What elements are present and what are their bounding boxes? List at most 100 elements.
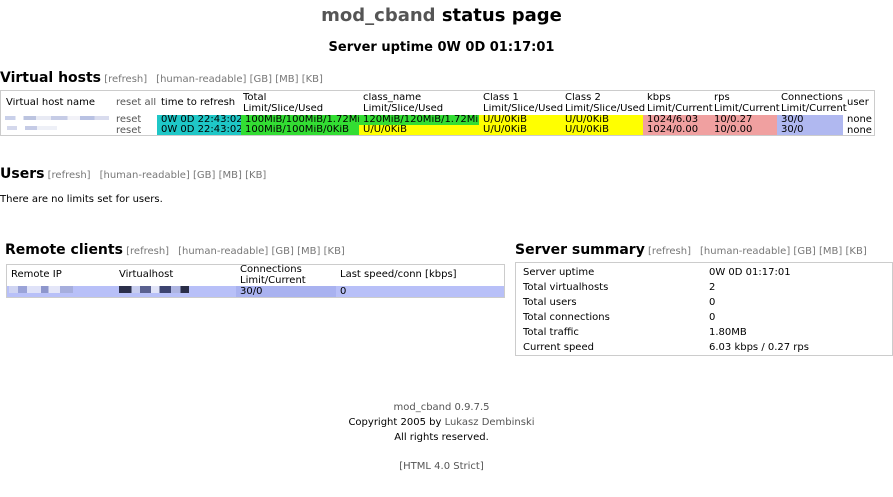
rc-human-link[interactable]: [human-readable] bbox=[178, 246, 268, 257]
total-cell: 100MiB/100MiB/0KiB bbox=[241, 125, 359, 135]
col-header-connections-sub: Limit/Current bbox=[781, 104, 847, 114]
page-title: mod_cband status page bbox=[0, 5, 883, 26]
col-header-class-name-sub: Limit/Slice/Used bbox=[363, 104, 444, 114]
virtual-hosts-title: Virtual hosts bbox=[0, 70, 102, 86]
server-summary-title: Server summary bbox=[515, 242, 645, 258]
class1-cell: U/U/0KiB bbox=[479, 115, 561, 125]
users-human-link[interactable]: [human-readable] bbox=[100, 170, 190, 181]
col-header-connections: Connections bbox=[781, 93, 843, 103]
rc-mb-link[interactable]: [MB] bbox=[297, 246, 320, 257]
vh-human-link[interactable]: [human-readable] bbox=[156, 74, 246, 85]
vh-refresh-link[interactable]: [refresh] bbox=[104, 74, 147, 85]
summary-label: Total virtualhosts bbox=[523, 282, 609, 293]
summary-row-speed: Current speed 6.03 kbps / 0.27 rps bbox=[523, 340, 891, 355]
remote-clients-table: Remote IP Virtualhost Connections Limit/… bbox=[6, 264, 505, 298]
summary-row-connections: Total connections 0 bbox=[523, 310, 891, 325]
summary-value: 6.03 kbps / 0.27 rps bbox=[709, 342, 809, 353]
remote-clients-header: Remote clients [refresh] [human-readable]… bbox=[5, 242, 345, 258]
user-cell: none bbox=[847, 126, 872, 136]
summary-label: Total traffic bbox=[523, 327, 579, 338]
server-summary-table: Server uptime 0W 0D 01:17:01 Total virtu… bbox=[515, 262, 893, 356]
vh-mb-link[interactable]: [MB] bbox=[275, 74, 298, 85]
summary-row-virtualhosts: Total virtualhosts 2 bbox=[523, 280, 891, 295]
users-mb-link[interactable]: [MB] bbox=[219, 170, 242, 181]
summary-row-users: Total users 0 bbox=[523, 295, 891, 310]
users-empty-message: There are no limits set for users. bbox=[0, 194, 163, 205]
summary-label: Server uptime bbox=[523, 267, 595, 278]
author-link[interactable]: Lukasz Dembinski bbox=[445, 417, 535, 428]
summary-label: Current speed bbox=[523, 342, 594, 353]
reset-link[interactable]: reset bbox=[116, 126, 141, 136]
connections-cell: 30/0 bbox=[777, 115, 843, 125]
rc-refresh-link[interactable]: [refresh] bbox=[126, 246, 169, 257]
class-name-cell: U/U/0KiB bbox=[359, 125, 479, 135]
table-row: 30/0 0 bbox=[7, 286, 504, 297]
users-header: Users [refresh] [human-readable] [GB] [MB… bbox=[0, 166, 266, 182]
users-kb-link[interactable]: [KB] bbox=[245, 170, 266, 181]
reset-all-link[interactable]: reset all bbox=[116, 98, 156, 108]
users-gb-link[interactable]: [GB] bbox=[193, 170, 215, 181]
vh-kb-link[interactable]: [KB] bbox=[302, 74, 323, 85]
masked-hostname bbox=[7, 126, 57, 130]
virtual-hosts-table: Virtual host name reset all time to refr… bbox=[0, 90, 875, 136]
server-summary-header: Server summary [refresh] [human-readable]… bbox=[515, 242, 867, 258]
summary-value: 2 bbox=[709, 282, 716, 293]
class2-cell: U/U/0KiB bbox=[561, 115, 643, 125]
users-title: Users bbox=[0, 166, 45, 182]
col-header-kbps-sub: Limit/Current bbox=[647, 104, 713, 114]
summary-label: Total connections bbox=[523, 312, 610, 323]
reset-link[interactable]: reset bbox=[116, 115, 141, 125]
summary-label: Total users bbox=[523, 297, 577, 308]
kbps-cell: 1024/0.00 bbox=[643, 125, 710, 135]
total-cell: 100MiB/100MiB/1.72MiB bbox=[241, 115, 359, 125]
summary-value: 1.80MB bbox=[709, 327, 747, 338]
col-header-class-name: class_name bbox=[363, 93, 422, 103]
col-header-user: user bbox=[847, 98, 869, 108]
col-header-class2-sub: Limit/Slice/Used bbox=[565, 104, 646, 114]
copyright-text: Copyright 2005 by bbox=[348, 417, 442, 428]
col-header-remote-ip: Remote IP bbox=[11, 269, 62, 280]
masked-virtualhost bbox=[119, 286, 189, 293]
rc-kb-link[interactable]: [KB] bbox=[324, 246, 345, 257]
footer-version: mod_cband 0.9.7.5 bbox=[393, 402, 490, 413]
summary-value: 0 bbox=[709, 297, 716, 308]
title-suffix: status page bbox=[441, 5, 562, 26]
time-cell: 0W 0D 22:43:02 bbox=[157, 125, 241, 135]
col-header-rps-sub: Limit/Current bbox=[714, 104, 780, 114]
summary-value: 0 bbox=[709, 312, 716, 323]
class-name-cell: 120MiB/120MiB/1.72MiB bbox=[359, 115, 479, 125]
speed-value: 0 bbox=[340, 286, 347, 297]
html-validator-link[interactable]: [HTML 4.0 Strict] bbox=[0, 459, 883, 474]
col-header-connections-sub: Limit/Current bbox=[240, 275, 306, 286]
remote-clients-title: Remote clients bbox=[5, 242, 123, 258]
title-prefix: mod_cband bbox=[321, 5, 436, 26]
ss-gb-link[interactable]: [GB] bbox=[793, 246, 815, 257]
class2-cell: U/U/0KiB bbox=[561, 125, 643, 135]
ss-kb-link[interactable]: [KB] bbox=[846, 246, 867, 257]
class1-cell: U/U/0KiB bbox=[479, 125, 561, 135]
connections-value: 30/0 bbox=[240, 286, 263, 297]
col-header-virtualhost: Virtualhost bbox=[119, 269, 174, 280]
rps-cell: 10/0.00 bbox=[710, 125, 777, 135]
user-cell: none bbox=[847, 115, 872, 125]
col-header-class1-sub: Limit/Slice/Used bbox=[483, 104, 564, 114]
col-header-rps: rps bbox=[714, 93, 730, 103]
col-header-name: Virtual host name bbox=[6, 98, 95, 108]
col-header-total-sub: Limit/Slice/Used bbox=[243, 104, 324, 114]
vh-gb-link[interactable]: [GB] bbox=[250, 74, 272, 85]
masked-hostname bbox=[5, 116, 109, 120]
col-header-connections: Connections bbox=[240, 264, 302, 275]
summary-row-uptime: Server uptime 0W 0D 01:17:01 bbox=[523, 265, 891, 280]
summary-value: 0W 0D 01:17:01 bbox=[709, 267, 791, 278]
rc-gb-link[interactable]: [GB] bbox=[272, 246, 294, 257]
col-header-time: time to refresh bbox=[161, 98, 236, 108]
footer-rights: All rights reserved. bbox=[394, 432, 489, 443]
uptime-heading: Server uptime 0W 0D 01:17:01 bbox=[328, 40, 555, 55]
ss-refresh-link[interactable]: [refresh] bbox=[648, 246, 691, 257]
virtual-hosts-header: Virtual hosts [refresh] [human-readable] … bbox=[0, 70, 323, 86]
ss-human-link[interactable]: [human-readable] bbox=[700, 246, 790, 257]
footer-copyright: Copyright 2005 by Lukasz Dembinski bbox=[0, 415, 883, 430]
users-refresh-link[interactable]: [refresh] bbox=[48, 170, 91, 181]
ss-mb-link[interactable]: [MB] bbox=[819, 246, 842, 257]
time-cell: 0W 0D 22:43:02 bbox=[157, 115, 241, 125]
